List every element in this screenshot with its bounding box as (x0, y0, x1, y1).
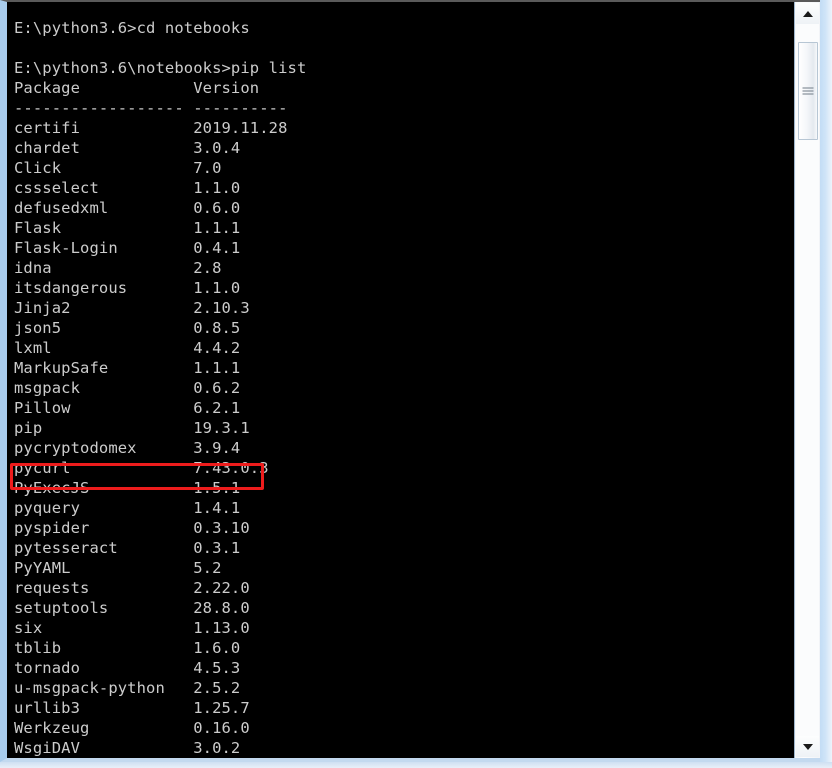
command-prompt-window: E:\python3.6>cd notebooks E:\python3.6\n… (0, 0, 820, 762)
triangle-down-icon (802, 743, 813, 750)
vertical-scrollbar[interactable] (794, 2, 820, 758)
console-output-area[interactable]: E:\python3.6>cd notebooks E:\python3.6\n… (7, 2, 794, 758)
desktop-bottom-strip (0, 762, 832, 768)
scrollbar-thumb[interactable] (798, 42, 818, 140)
triangle-up-icon (802, 10, 813, 17)
terminal-output-text: E:\python3.6>cd notebooks E:\python3.6\n… (14, 18, 307, 757)
scrollbar-grip-icon (802, 86, 814, 97)
scroll-down-arrow-icon[interactable] (796, 736, 819, 757)
scroll-up-arrow-icon[interactable] (796, 3, 819, 24)
scrollbar-track[interactable] (796, 24, 819, 736)
